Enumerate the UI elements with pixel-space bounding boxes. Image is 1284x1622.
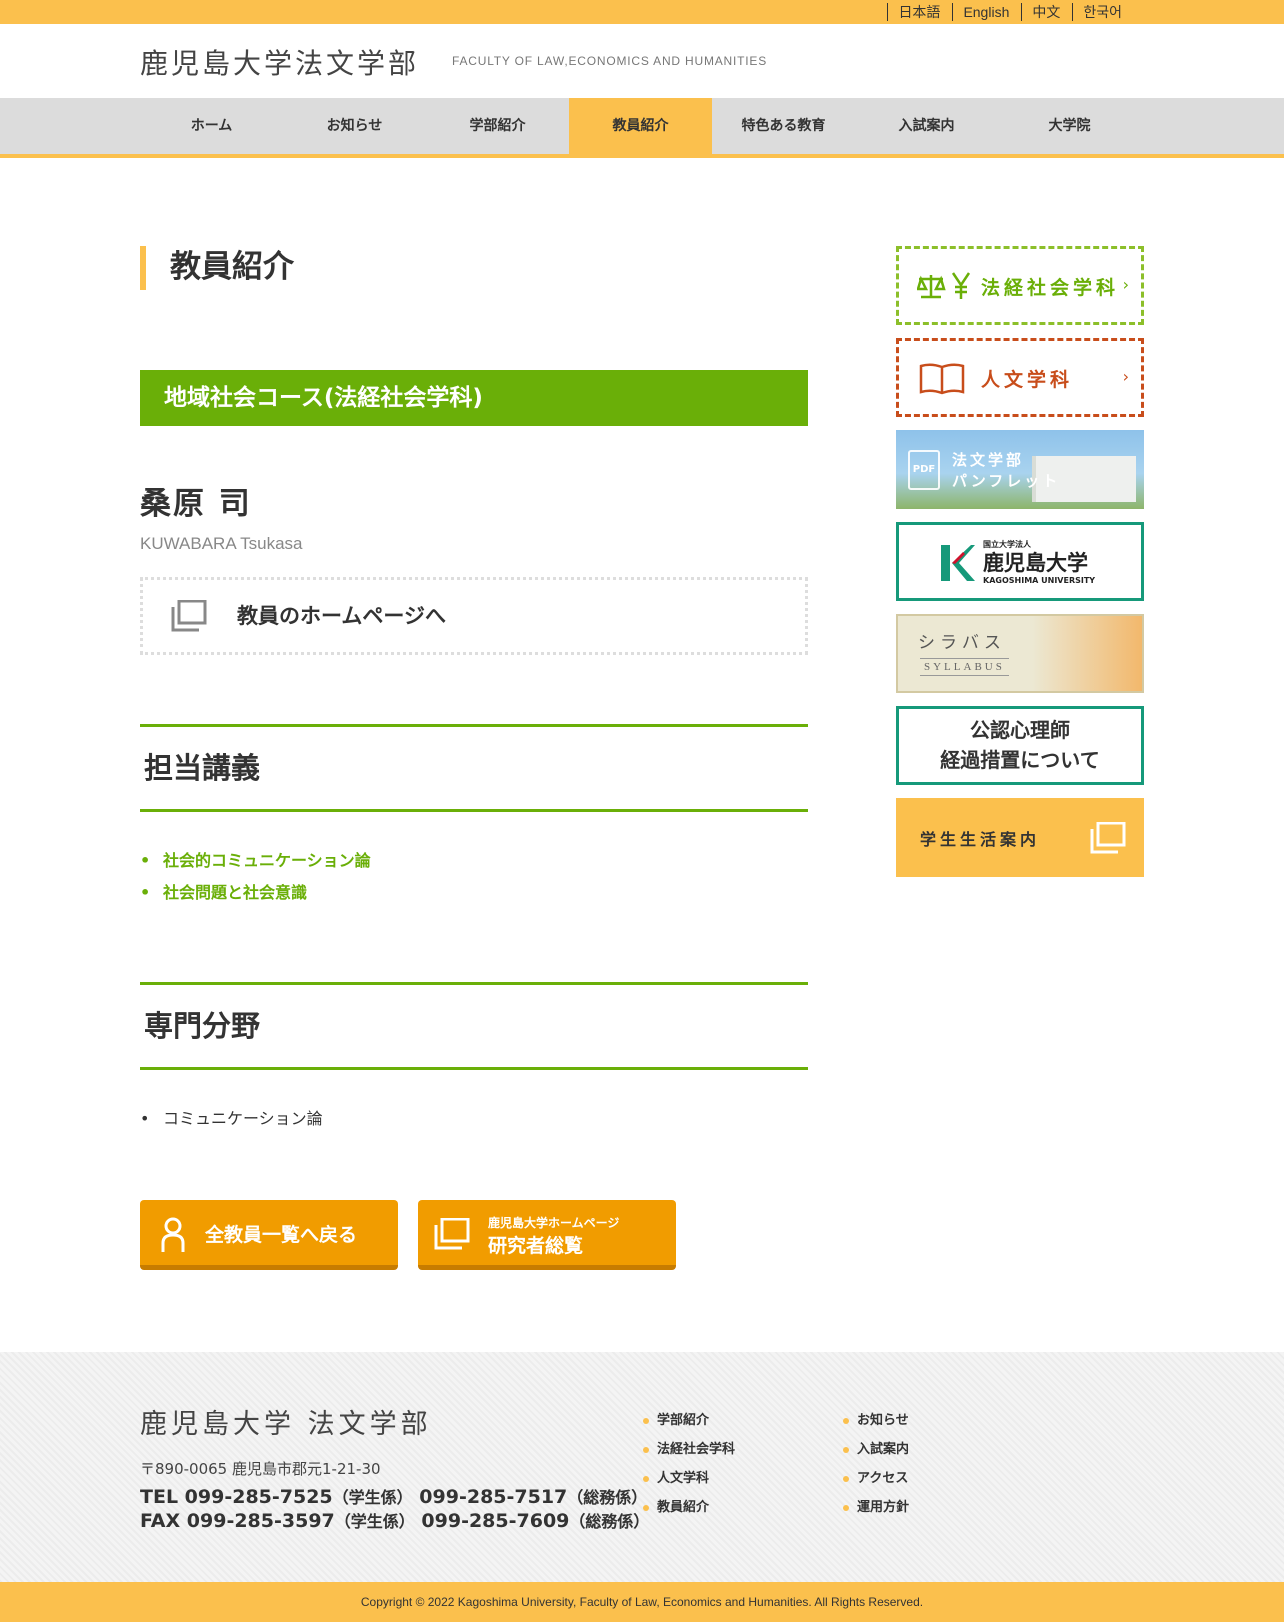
syllabus-label-en: SYLLABUS (920, 658, 1009, 676)
copyright: Copyright © 2022 Kagoshima University, F… (0, 1582, 1284, 1622)
footer-link[interactable]: 学部紹介 (643, 1406, 735, 1435)
lang-japanese[interactable]: 日本語 (887, 3, 952, 21)
footer-link[interactable]: 教員紹介 (643, 1493, 735, 1522)
course-banner: 地域社会コース(法経社会学科) (140, 370, 808, 426)
footer-link[interactable]: 法経社会学科 (643, 1435, 735, 1464)
field-item: コミュニケーション論 (140, 1103, 323, 1135)
sidebar-law-dept-label: 法経社会学科 (981, 277, 1120, 299)
back-to-list-label: 全教員一覧へ戻る (205, 1224, 358, 1246)
cpp-line2: 経過措置について (940, 748, 1100, 772)
ku-en-label: KAGOSHIMA UNIVERSITY (983, 576, 1096, 585)
footer-links-col2: お知らせ 入試案内 アクセス 運用方針 (843, 1406, 909, 1522)
top-bar: 日本語 English 中文 한국어 (0, 0, 1284, 24)
language-switcher: 日本語 English 中文 한국어 (887, 3, 1134, 21)
footer-fax: FAX 099-285-3597（学生係） 099-285-7609（総務係） (140, 1508, 649, 1532)
back-to-list-button[interactable]: 全教員一覧へ戻る (140, 1200, 398, 1270)
courses-heading: 担当講義 (140, 724, 808, 812)
scales-yen-icon (917, 272, 971, 299)
syllabus-label-jp: シラバス (918, 633, 1006, 653)
site-logo-subtitle: FACULTY OF LAW,ECONOMICS AND HUMANITIES (452, 54, 768, 68)
footer-tel: TEL 099-285-7525（学生係） 099-285-7517（総務係） (140, 1484, 647, 1508)
course-item[interactable]: 社会問題と社会意識 (140, 877, 371, 909)
faculty-name-en: KUWABARA Tsukasa (140, 534, 303, 553)
nav-home[interactable]: ホーム (140, 98, 283, 154)
lang-english[interactable]: English (952, 3, 1021, 21)
footer-title: 鹿児島大学 法文学部 (140, 1409, 432, 1440)
sidebar-humanities-label: 人文学科 (981, 369, 1074, 391)
cpp-line1: 公認心理師 (970, 718, 1070, 742)
nav-news[interactable]: お知らせ (283, 98, 426, 154)
nav-admissions[interactable]: 入試案内 (855, 98, 998, 154)
pamphlet-line2: パンフレット (952, 472, 1061, 490)
chevron-right-icon: › (1122, 275, 1129, 294)
page-title: 教員紹介 (140, 246, 294, 290)
courses-list: 社会的コミュニケーション論 社会問題と社会意識 (140, 845, 371, 909)
tel-student: 099-285-7525 (184, 1486, 333, 1508)
fax-student-note: （学生係） (334, 1512, 415, 1531)
footer-link[interactable]: 人文学科 (643, 1464, 735, 1493)
nav-staff-intro[interactable]: 教員紹介 (569, 98, 712, 154)
external-window-icon (171, 600, 207, 632)
tel-student-note: （学生係） (332, 1488, 413, 1507)
nav-graduate[interactable]: 大学院 (998, 98, 1141, 154)
chevron-right-icon: › (1122, 367, 1129, 386)
researcher-directory-label: 研究者総覧 (488, 1235, 584, 1257)
kagoshima-univ-logo-icon (941, 545, 975, 581)
faculty-homepage-label: 教員のホームページへ (237, 604, 446, 628)
pdf-file-icon: PDF (908, 450, 940, 490)
course-item[interactable]: 社会的コミュニケーション論 (140, 845, 371, 877)
tel-general: 099-285-7517 (419, 1486, 568, 1508)
tel-label: TEL (140, 1486, 179, 1508)
footer-link[interactable]: 入試案内 (843, 1435, 909, 1464)
footer-links-col1: 学部紹介 法経社会学科 人文学科 教員紹介 (643, 1406, 735, 1522)
nav-education[interactable]: 特色ある教育 (712, 98, 855, 154)
footer-address: 〒890-0065 鹿児島市郡元1-21-30 (140, 1460, 381, 1478)
open-book-icon (919, 363, 965, 395)
sidebar-humanities-dept[interactable]: 人文学科 › (896, 338, 1144, 417)
site-footer: 鹿児島大学 法文学部 〒890-0065 鹿児島市郡元1-21-30 TEL 0… (0, 1352, 1284, 1582)
fax-student: 099-285-3597 (186, 1510, 335, 1532)
fax-label: FAX (140, 1510, 181, 1532)
site-header: 鹿児島大学法文学部 FACULTY OF LAW,ECONOMICS AND H… (0, 24, 1284, 98)
sidebar-student-life-banner[interactable]: 学生生活案内 (896, 798, 1144, 877)
pamphlet-line1: 法文学部 (952, 451, 1025, 469)
fax-general: 099-285-7609 (421, 1510, 570, 1532)
sidebar-syllabus-banner[interactable]: シラバス SYLLABUS (896, 614, 1144, 693)
lang-chinese[interactable]: 中文 (1021, 3, 1072, 21)
fax-general-note: （総務係） (569, 1512, 650, 1531)
sidebar-kagoshima-univ-banner[interactable]: 国立大学法人 鹿児島大学 KAGOSHIMA UNIVERSITY (896, 522, 1144, 601)
faculty-homepage-link[interactable]: 教員のホームページへ (140, 577, 808, 655)
field-list: コミュニケーション論 (140, 1103, 323, 1135)
lang-korean[interactable]: 한국어 (1072, 3, 1134, 21)
footer-link[interactable]: アクセス (843, 1464, 909, 1493)
global-nav: ホーム お知らせ 学部紹介 教員紹介 特色ある教育 入試案内 大学院 (0, 98, 1284, 158)
external-window-icon (1090, 822, 1126, 854)
nav-faculty-intro[interactable]: 学部紹介 (426, 98, 569, 154)
footer-link[interactable]: お知らせ (843, 1406, 909, 1435)
footer-link[interactable]: 運用方針 (843, 1493, 909, 1522)
faculty-name-jp: 桑原 司 (140, 486, 252, 522)
sidebar-law-dept[interactable]: 法経社会学科 › (896, 246, 1144, 325)
field-heading: 専門分野 (140, 982, 808, 1070)
ku-name: 鹿児島大学 (983, 551, 1088, 575)
external-window-icon (434, 1218, 470, 1250)
tel-general-note: （総務係） (567, 1488, 648, 1507)
sidebar-psychologist-banner[interactable]: 公認心理師 経過措置について (896, 706, 1144, 785)
sidebar-pamphlet-banner[interactable]: PDF 法文学部 パンフレット (896, 430, 1144, 509)
ku-small-label: 国立大学法人 (983, 540, 1031, 549)
student-life-label: 学生生活案内 (920, 830, 1041, 849)
person-icon (161, 1217, 185, 1252)
researcher-directory-small: 鹿児島大学ホームページ (488, 1216, 620, 1230)
researcher-directory-button[interactable]: 鹿児島大学ホームページ 研究者総覧 (418, 1200, 676, 1270)
site-logo-title[interactable]: 鹿児島大学法文学部 (140, 42, 419, 82)
